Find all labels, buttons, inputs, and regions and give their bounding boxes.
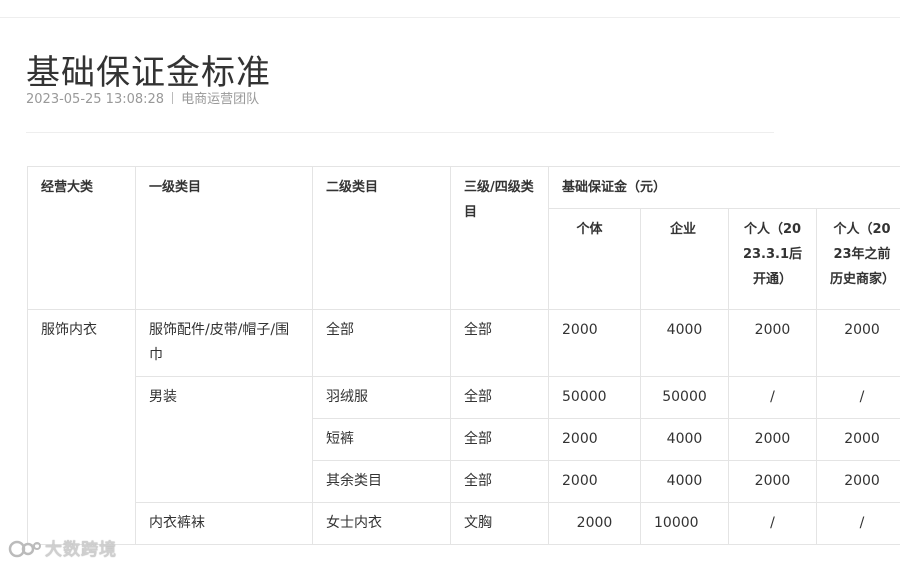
cell-person-new: 2000 <box>728 309 817 377</box>
cell-individual: 50000 <box>548 376 641 419</box>
header-person-new: 个人（2023.3.1后开通） <box>728 208 817 310</box>
header-individual: 个体 <box>548 208 641 310</box>
cell-level2: 全部 <box>312 309 451 377</box>
watermark: 大数跨境 <box>8 538 117 565</box>
cell-individual: 2000 <box>548 502 641 545</box>
cell-person-old: / <box>815 376 900 419</box>
table-row: 男装 羽绒服 全部 50000 50000 / / <box>28 376 900 503</box>
header-deposit: 基础保证金（元） <box>547 166 900 209</box>
cell-person-old: 2000 <box>815 309 900 377</box>
cell-person-new: 2000 <box>728 460 817 503</box>
cell-enterprise: 10000 <box>640 502 729 545</box>
table-header-row: 经营大类 一级类目 二级类目 三级/四级类目 基础保证金（元） <box>27 166 900 310</box>
header-person-old: 个人（2023年之前历史商家） <box>815 208 900 310</box>
cell-level34: 全部 <box>450 309 549 377</box>
cell-person-new: / <box>728 502 817 545</box>
cell-level1: 内衣裤袜 <box>135 502 313 545</box>
cell-category: 服饰内衣 <box>27 309 136 545</box>
cell-level34: 全部 <box>450 460 549 503</box>
cell-individual: 2000 <box>548 309 641 377</box>
cell-level34: 全部 <box>450 376 549 419</box>
cell-person-new: / <box>728 376 817 419</box>
table-row: 服饰内衣 服饰配件/皮带/帽子/围巾 全部 全部 2000 4000 2000 … <box>27 309 900 545</box>
cell-level1: 男装 <box>135 376 313 503</box>
cell-enterprise: 4000 <box>640 309 729 377</box>
cell-enterprise: 4000 <box>640 418 729 461</box>
watermark-logo-icon <box>8 540 42 565</box>
cell-enterprise: 4000 <box>640 460 729 503</box>
header-divider <box>26 132 774 133</box>
cell-person-old: / <box>815 502 900 545</box>
table-row: 内衣裤袜 女士内衣 文胸 2000 10000 / / <box>28 502 900 545</box>
header-level1: 一级类目 <box>135 166 313 310</box>
cell-individual: 2000 <box>548 418 641 461</box>
header-enterprise: 企业 <box>640 208 729 310</box>
top-divider <box>0 17 900 18</box>
author-name: 电商运营团队 <box>181 92 260 107</box>
header-category: 经营大类 <box>27 166 136 310</box>
cell-person-new: 2000 <box>728 418 817 461</box>
cell-level2: 短裤 <box>312 418 451 461</box>
meta-separator <box>172 92 174 104</box>
cell-level2: 羽绒服 <box>312 376 451 419</box>
cell-level1: 服饰配件/皮带/帽子/围巾 <box>135 309 313 377</box>
cell-person-old: 2000 <box>815 460 900 503</box>
cell-individual: 2000 <box>548 460 641 503</box>
cell-enterprise: 50000 <box>640 376 729 419</box>
cell-person-old: 2000 <box>815 418 900 461</box>
watermark-text: 大数跨境 <box>45 540 117 560</box>
article-meta: 2023-05-25 13:08:28 电商运营团队 <box>26 90 259 110</box>
deposit-table: 经营大类 一级类目 二级类目 三级/四级类目 基础保证金（元） 个体 企业 个人… <box>27 166 900 545</box>
cell-level2: 其余类目 <box>312 460 451 503</box>
header-level34: 三级/四级类目 <box>450 166 549 310</box>
cell-level34: 全部 <box>450 418 549 461</box>
cell-level34: 文胸 <box>450 502 549 545</box>
publish-date: 2023-05-25 13:08:28 <box>26 92 165 107</box>
cell-level2: 女士内衣 <box>312 502 451 545</box>
header-level2: 二级类目 <box>312 166 451 310</box>
